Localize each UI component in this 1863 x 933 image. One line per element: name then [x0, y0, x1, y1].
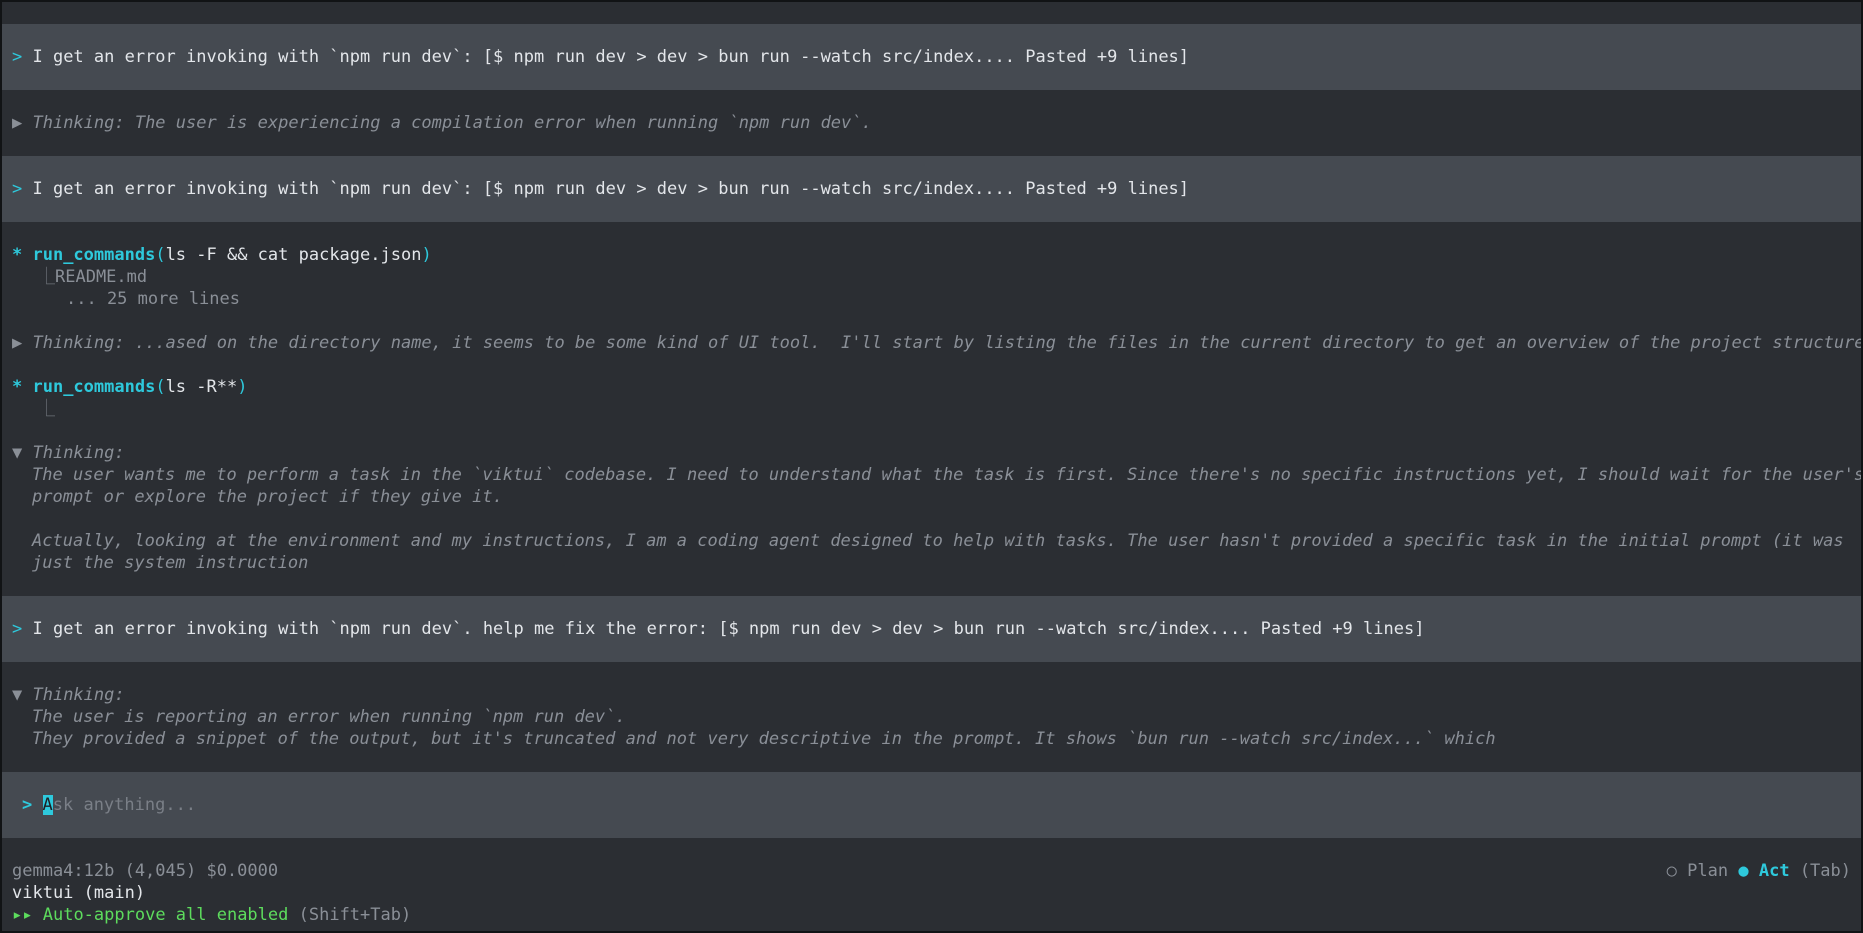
mode-plan[interactable]: Plan	[1687, 861, 1728, 881]
tool-name: run_commands	[32, 377, 156, 397]
user-message[interactable]: > I get an error invoking with `npm run …	[12, 46, 1861, 68]
tool-call[interactable]: * run_commands(ls -F && cat package.json…	[12, 244, 1861, 266]
prompt-input[interactable]: > Ask anything...	[22, 794, 1861, 816]
user-message[interactable]: > I get an error invoking with `npm run …	[12, 618, 1861, 640]
user-message-text: I get an error invoking with `npm run de…	[32, 619, 1425, 639]
thinking-text: just the system instruction	[32, 553, 309, 573]
thinking-header: Thinking:	[32, 685, 125, 705]
tree-branch-icon: ⎿	[38, 267, 55, 287]
prompt-caret-icon: >	[22, 795, 33, 815]
radio-empty-icon[interactable]: ○	[1667, 861, 1687, 881]
mode-act[interactable]: Act	[1759, 861, 1790, 881]
paren-open: (	[155, 377, 166, 397]
mode-switcher[interactable]: ○ Plan ● Act (Tab)	[1667, 860, 1851, 882]
paren-close: )	[237, 377, 248, 397]
tool-call[interactable]: * run_commands(ls -R**)	[12, 376, 1861, 398]
tree-branch-icon: ⎿	[38, 399, 55, 419]
thinking-line: just the system instruction	[32, 552, 1861, 574]
thinking-text: The user is reporting an error when runn…	[32, 707, 626, 727]
thinking-line: They provided a snippet of the output, b…	[32, 728, 1861, 750]
project-status: viktui (main)	[12, 882, 1861, 904]
thinking-header: Thinking:	[32, 443, 125, 463]
terminal-window: > I get an error invoking with `npm run …	[2, 2, 1861, 931]
thinking-text: They provided a snippet of the output, b…	[32, 729, 1496, 749]
auto-approve-shortcut: (Shift+Tab)	[298, 905, 412, 925]
thinking-text: Actually, looking at the environment and…	[32, 531, 1844, 551]
tool-output-more[interactable]: ... 25 more lines	[66, 288, 1861, 310]
mode-shortcut: (Tab)	[1799, 861, 1851, 881]
prompt-placeholder: sk anything...	[52, 795, 197, 815]
model-info: gemma4:12b (4,045) $0.0000	[12, 861, 279, 881]
user-message[interactable]: > I get an error invoking with `npm run …	[12, 178, 1861, 200]
thinking-line: The user wants me to perform a task in t…	[32, 464, 1861, 486]
bullet-star-icon: *	[12, 245, 33, 265]
thinking-text: The user wants me to perform a task in t…	[32, 465, 1861, 485]
user-message-text: I get an error invoking with `npm run de…	[32, 47, 1190, 67]
paren-open: (	[155, 245, 166, 265]
thinking-line: Actually, looking at the environment and…	[32, 530, 1861, 552]
triangle-down-icon[interactable]: ▼	[12, 443, 32, 463]
thinking-text: prompt or explore the project if they gi…	[32, 487, 503, 507]
prompt-caret-icon: >	[12, 47, 33, 67]
tool-args: ls -F && cat package.json	[165, 245, 422, 265]
bullet-star-icon: *	[12, 377, 33, 397]
auto-approve-status[interactable]: ▸▸ Auto-approve all enabled (Shift+Tab)	[12, 904, 1861, 926]
tool-output-text: README.md	[55, 267, 148, 287]
thinking-line: prompt or explore the project if they gi…	[32, 486, 1861, 508]
tool-output-line: ⎿README.md	[38, 266, 1861, 288]
tool-output-more-text: ... 25 more lines	[66, 289, 240, 309]
auto-approve-text: Auto-approve all enabled	[42, 905, 289, 925]
radio-filled-icon[interactable]: ●	[1738, 861, 1758, 881]
tool-args: ls -R**	[165, 377, 238, 397]
prompt-caret-icon: >	[12, 179, 33, 199]
thinking-text: Thinking: ...ased on the directory name,…	[32, 333, 1861, 353]
thinking-block-expanded[interactable]: ▼ Thinking:	[12, 442, 1861, 464]
user-message-text: I get an error invoking with `npm run de…	[32, 179, 1190, 199]
model-status: gemma4:12b (4,045) $0.0000	[12, 860, 1861, 882]
triangle-right-icon[interactable]: ▶	[12, 113, 32, 133]
thinking-block-collapsed[interactable]: ▶ Thinking: ...ased on the directory nam…	[12, 332, 1861, 354]
paren-close: )	[421, 245, 432, 265]
prompt-caret-icon: >	[12, 619, 33, 639]
thinking-block-expanded[interactable]: ▼ Thinking:	[12, 684, 1861, 706]
triangle-down-icon[interactable]: ▼	[12, 685, 32, 705]
project-info: viktui (main)	[12, 883, 146, 903]
text-cursor: A	[42, 795, 53, 815]
thinking-text: Thinking: The user is experiencing a com…	[32, 113, 872, 133]
triangle-right-icon[interactable]: ▶	[12, 333, 32, 353]
thinking-line: The user is reporting an error when runn…	[32, 706, 1861, 728]
tool-output-line: ⎿	[38, 398, 1861, 420]
fast-forward-icon: ▸▸	[12, 905, 33, 925]
tool-name: run_commands	[32, 245, 156, 265]
thinking-block-collapsed[interactable]: ▶ Thinking: The user is experiencing a c…	[12, 112, 1861, 134]
